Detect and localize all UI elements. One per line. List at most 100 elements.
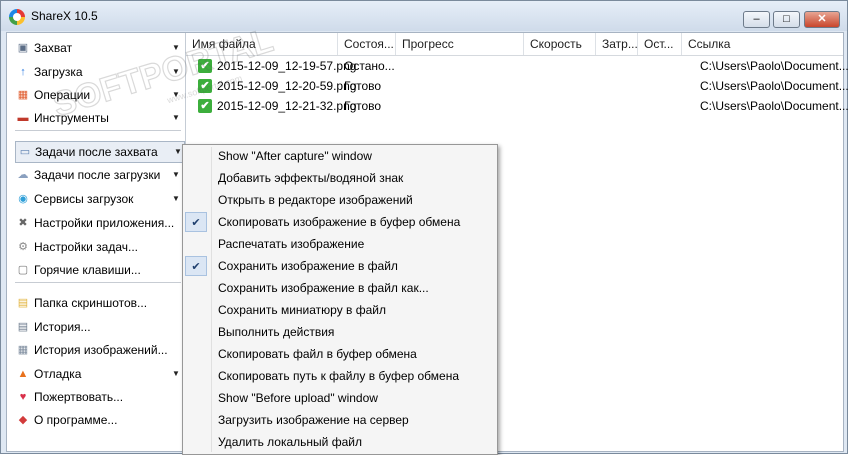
menu-item[interactable]: Открыть в редакторе изображений [183, 189, 497, 211]
column-link[interactable]: Ссылка [682, 33, 843, 55]
menu-item[interactable]: Show "Before upload" window [183, 387, 497, 409]
maximize-button[interactable]: □ [773, 11, 800, 28]
status-cell: Готово [344, 79, 382, 93]
column-filename[interactable]: Имя файла [186, 33, 338, 55]
table-row[interactable]: ✔ 2015-12-09_12-20-59.png Готово C:\Users\P… [186, 76, 848, 96]
minimize-button[interactable]: – [743, 11, 770, 28]
sidebar-item-about[interactable]: ◆ О программе... [7, 409, 183, 431]
menu-item[interactable]: Сохранить изображение в файл как... [183, 277, 497, 299]
checkmark-icon: ✔ [185, 212, 207, 232]
filename-cell: 2015-12-09_12-19-57.png [217, 59, 357, 73]
sidebar-item-label: Папка скриншотов... [34, 296, 148, 310]
after-upload-icon: ☁ [17, 169, 29, 181]
menu-item[interactable]: Скопировать путь к файлу в буфер обмена [183, 365, 497, 387]
close-button[interactable]: ✕ [804, 11, 840, 28]
after-capture-tasks-menu: Show "After capture" window Добавить эффе… [182, 144, 498, 455]
sidebar-item-label: Захват [34, 41, 73, 55]
sidebar-item-app-settings[interactable]: ✖ Настройки приложения... [7, 212, 183, 234]
list-header: Имя файла Состоя... Прогресс Скорость За… [186, 33, 843, 56]
sidebar-item-label: История изображений... [34, 343, 168, 357]
workflows-icon: ▦ [17, 89, 29, 101]
sidebar-item-label: Настройки приложения... [34, 216, 175, 230]
sidebar-item-task-settings[interactable]: ⚙ Настройки задач... [7, 236, 183, 258]
status-cell: Готово [344, 99, 382, 113]
sidebar-item-image-history[interactable]: ▦ История изображений... [7, 339, 183, 361]
menu-item-label: Show "Before upload" window [218, 391, 378, 405]
menu-item-label: Сохранить изображение в файл [218, 259, 398, 273]
sidebar-item-upload[interactable]: ↑ Загрузка ▼ [7, 61, 183, 83]
column-speed[interactable]: Скорость [524, 33, 596, 55]
sidebar-item-label: Горячие клавиши... [34, 263, 141, 277]
menu-item[interactable]: Скопировать файл в буфер обмена [183, 343, 497, 365]
sidebar-item-label: Операции [34, 88, 91, 102]
sidebar-item-folder[interactable]: ▤ Папка скриншотов... [7, 292, 183, 314]
filename-cell: 2015-12-09_12-20-59.png [217, 79, 357, 93]
menu-item[interactable]: Show "After capture" window [183, 145, 497, 167]
sidebar-item-label: Инструменты [34, 111, 109, 125]
about-icon: ◆ [18, 414, 28, 426]
sidebar-item-workflows[interactable]: ▦ Операции ▼ [7, 84, 183, 106]
sidebar-item-donate-heart[interactable]: ♥ Пожертвовать... [7, 386, 183, 408]
sidebar-item-tools[interactable]: ▬ Инструменты ▼ [7, 107, 183, 129]
sidebar-item-hotkeys[interactable]: ▢ Горячие клавиши... [7, 259, 183, 281]
filename-cell: 2015-12-09_12-21-32.png [217, 99, 357, 113]
column-status[interactable]: Состоя... [338, 33, 396, 55]
menu-item-label: Добавить эффекты/водяной знак [218, 171, 404, 185]
sidebar-item-debug[interactable]: ▲ Отладка ▼ [7, 363, 183, 385]
chevron-down-icon: ▼ [174, 147, 182, 156]
column-progress[interactable]: Прогресс [396, 33, 524, 55]
tools-icon: ▬ [17, 112, 29, 124]
success-check-icon: ✔ [198, 79, 212, 93]
menu-item[interactable]: Добавить эффекты/водяной знак [183, 167, 497, 189]
column-elapsed[interactable]: Затр... [596, 33, 638, 55]
link-cell: C:\Users\Paolo\Document... [700, 59, 848, 73]
menu-item[interactable]: Выполнить действия [183, 321, 497, 343]
menu-item[interactable]: Сохранить миниатюру в файл [183, 299, 497, 321]
sidebar-item-label: Пожертвовать... [34, 390, 124, 404]
success-check-icon: ✔ [198, 59, 212, 73]
sharex-window: ShareX 10.5 – □ ✕ ▣ Захват ▼ ↑ Загрузка ▼ ▦ Опе… [0, 0, 848, 455]
menu-item[interactable]: Распечатать изображение [183, 233, 497, 255]
window-title: ShareX 10.5 [31, 9, 98, 23]
sidebar-item-destinations[interactable]: ◉ Сервисы загрузок ▼ [7, 188, 183, 210]
sidebar-item-label: История... [34, 320, 91, 334]
upload-icon: ↑ [20, 66, 26, 78]
status-cell: Остано... [344, 59, 395, 73]
chevron-down-icon: ▼ [172, 90, 180, 99]
menu-item-label: Распечатать изображение [218, 237, 365, 251]
sidebar-item-label: Задачи после загрузки [34, 168, 161, 182]
menu-item[interactable]: Удалить локальный файл [183, 431, 497, 453]
column-remaining[interactable]: Ост... [638, 33, 682, 55]
hotkeys-icon: ▢ [17, 264, 29, 276]
debug-icon: ▲ [17, 368, 29, 380]
menu-item[interactable]: ✔ Сохранить изображение в файл [183, 255, 497, 277]
sidebar-item-capture[interactable]: ▣ Захват ▼ [7, 37, 183, 59]
sidebar-item-label: Задачи после захвата [35, 145, 158, 159]
title-bar[interactable]: ShareX 10.5 – □ ✕ [1, 1, 847, 31]
checkmark-icon: ✔ [185, 256, 207, 276]
sidebar-item-after-capture[interactable]: ▭ Задачи после захвата ▼ [15, 141, 185, 163]
table-row[interactable]: ✔ 2015-12-09_12-19-57.png Остано... C:\User… [186, 56, 848, 76]
capture-icon: ▣ [17, 42, 29, 54]
menu-item-label: Скопировать изображение в буфер обмена [218, 215, 461, 229]
sidebar-item-history[interactable]: ▤ История... [7, 316, 183, 338]
menu-item-label: Удалить локальный файл [218, 435, 362, 449]
sidebar-menu: ▣ Захват ▼ ↑ Загрузка ▼ ▦ Операции ▼ ▬ Инструменты… [7, 33, 186, 451]
chevron-down-icon: ▼ [172, 113, 180, 122]
folder-icon: ▤ [17, 297, 29, 309]
sidebar-item-label: О программе... [34, 413, 118, 427]
sidebar-separator [15, 130, 181, 131]
menu-item-label: Сохранить миниатюру в файл [218, 303, 386, 317]
sidebar-item-after-upload[interactable]: ☁ Задачи после загрузки ▼ [7, 164, 183, 186]
chevron-down-icon: ▼ [172, 369, 180, 378]
menu-item[interactable]: ✔ Скопировать изображение в буфер обмена [183, 211, 497, 233]
menu-item[interactable]: Загрузить изображение на сервер [183, 409, 497, 431]
link-cell: C:\Users\Paolo\Document... [700, 99, 848, 113]
menu-item-label: Открыть в редакторе изображений [218, 193, 413, 207]
sidebar-item-label: Отладка [34, 367, 82, 381]
sidebar-item-label: Сервисы загрузок [34, 192, 134, 206]
sharex-logo-icon [9, 9, 25, 25]
task-settings-icon: ⚙ [18, 241, 28, 253]
menu-item-label: Сохранить изображение в файл как... [218, 281, 429, 295]
table-row[interactable]: ✔ 2015-12-09_12-21-32.png Готово C:\Users\P… [186, 96, 848, 116]
